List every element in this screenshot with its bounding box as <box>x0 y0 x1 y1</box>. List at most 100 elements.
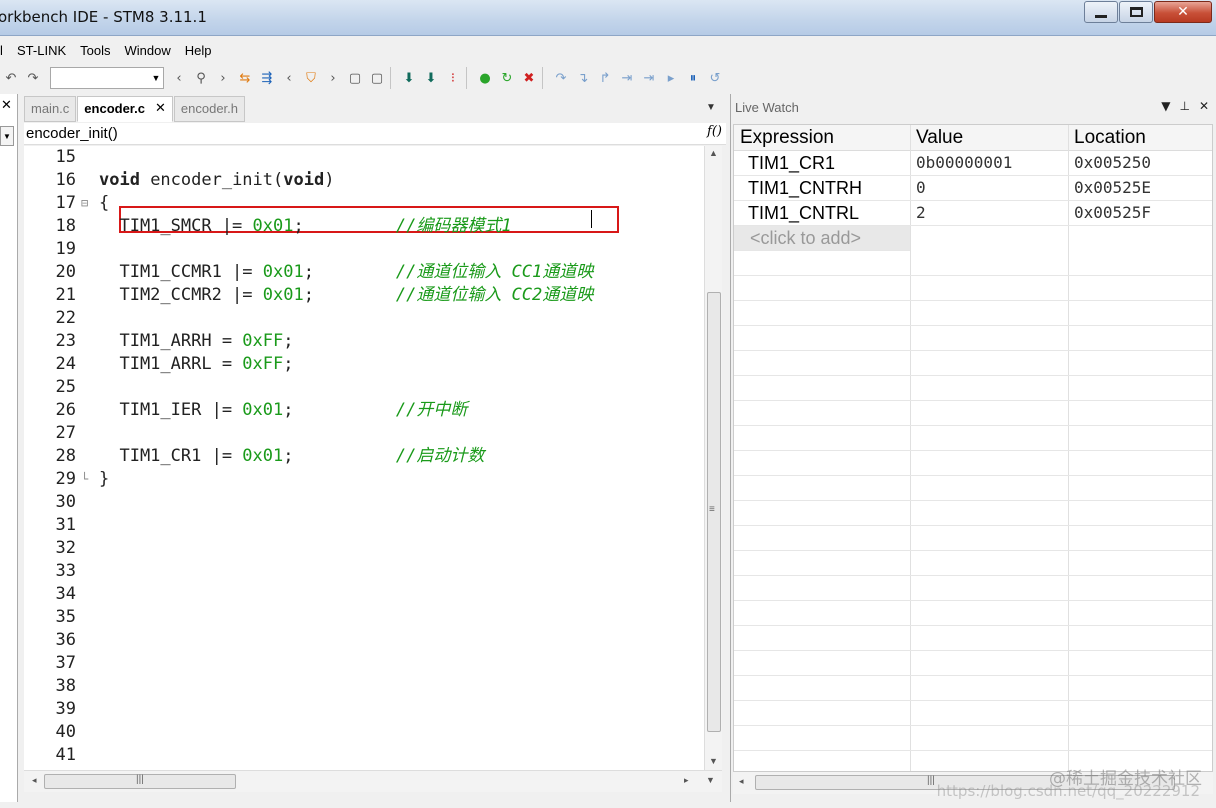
navigate-back-icon[interactable]: ‹ <box>278 67 300 89</box>
function-icon[interactable]: f() <box>707 124 722 139</box>
code-line[interactable]: 17 ⊟ { <box>24 192 704 215</box>
tab-label: encoder.c <box>84 101 145 116</box>
scroll-down-icon[interactable]: ▼ <box>709 756 718 766</box>
column-header-value[interactable]: Value <box>916 127 963 149</box>
navigate-forward-icon[interactable]: › <box>322 67 344 89</box>
column-header-expression[interactable]: Expression <box>740 127 834 149</box>
search-icon[interactable]: ⚲ <box>190 67 212 89</box>
breakpoints-icon[interactable]: ⁝ <box>442 67 464 89</box>
minimize-icon <box>1095 14 1107 18</box>
fold-marker-icon[interactable]: ⊟ <box>81 192 91 215</box>
code-line[interactable]: 26 TIM1_IER |= 0x01; //开中断 <box>24 399 704 422</box>
code-text: } <box>99 469 110 489</box>
close-icon[interactable]: ✕ <box>1199 99 1209 113</box>
vertical-scrollbar[interactable]: ▲ ≡ ▼ <box>704 146 722 770</box>
make-icon[interactable]: ▢ <box>366 67 388 89</box>
minimize-button[interactable] <box>1084 1 1118 23</box>
menu-item-edit-partial[interactable]: l <box>0 43 10 58</box>
code-line[interactable]: 40 <box>24 721 704 744</box>
find-combo[interactable]: ▼ <box>50 67 164 89</box>
tab-main-c[interactable]: main.c <box>24 96 77 122</box>
code-line[interactable]: 27 <box>24 422 704 445</box>
code-line[interactable]: 30 <box>24 491 704 514</box>
watch-row[interactable]: TIM1_CNTRL 2 0x00525F <box>734 201 1212 226</box>
reset-debug-icon[interactable]: ↺ <box>704 67 726 89</box>
code-line[interactable]: 41 <box>24 744 704 767</box>
scroll-left-icon[interactable]: ◂ <box>32 775 37 786</box>
code-line[interactable]: 16 void encoder_init(void) <box>24 169 704 192</box>
shield-icon[interactable]: ⛉ <box>300 67 322 89</box>
step-out-icon[interactable]: ↱ <box>594 67 616 89</box>
code-line[interactable]: 33 <box>24 560 704 583</box>
navigate-icon[interactable]: ⇆ <box>234 67 256 89</box>
add-expression-row[interactable]: <click to add> <box>734 226 910 251</box>
empty-watch-row <box>734 451 1212 476</box>
tab-list-chevron-icon[interactable]: ▼ <box>706 102 716 113</box>
close-tab-icon[interactable]: ✕ <box>155 97 166 121</box>
code-line[interactable]: 22 <box>24 307 704 330</box>
code-line[interactable]: 38 <box>24 675 704 698</box>
menu-item-stlink[interactable]: ST-LINK <box>10 43 73 58</box>
code-line[interactable]: 21 TIM2_CCMR2 |= 0x01; //通道位输入 CC2通道映 <box>24 284 704 307</box>
undo-icon[interactable]: ↶ <box>0 67 22 89</box>
find-next-icon[interactable]: › <box>212 67 234 89</box>
code-area[interactable]: 15 16 void encoder_init(void) 17 ⊟ {18 TIM1_S… <box>24 146 704 770</box>
code-line[interactable]: 19 <box>24 238 704 261</box>
find-previous-icon[interactable]: ‹ <box>168 67 190 89</box>
code-line[interactable]: 35 <box>24 606 704 629</box>
pin-icon[interactable]: ⊥ <box>1179 99 1189 113</box>
chevron-down-icon[interactable]: ▼ <box>706 775 715 785</box>
column-header-location[interactable]: Location <box>1074 127 1146 149</box>
function-selector[interactable]: encoder_init() f() <box>24 123 726 145</box>
close-window-button[interactable]: ✕ <box>1154 1 1212 23</box>
stop-debug-icon[interactable]: ✖ <box>518 67 540 89</box>
close-icon[interactable]: ✕ <box>1 98 12 113</box>
code-line[interactable]: 34 <box>24 583 704 606</box>
code-line[interactable]: 20 TIM1_CCMR1 |= 0x01; //通道位输入 CC1通道映 <box>24 261 704 284</box>
code-line[interactable]: 15 <box>24 146 704 169</box>
code-line[interactable]: 32 <box>24 537 704 560</box>
download-debug-icon[interactable]: ⬇ <box>420 67 442 89</box>
maximize-button[interactable] <box>1119 1 1153 23</box>
empty-watch-row <box>734 651 1212 676</box>
step-over-icon[interactable]: ↷ <box>550 67 572 89</box>
next-statement-icon[interactable]: ⇥ <box>616 67 638 89</box>
download-icon[interactable]: ⬇ <box>398 67 420 89</box>
horizontal-scrollbar[interactable]: ◂ ||| ▸ ▼ <box>24 770 722 792</box>
redo-icon[interactable]: ↷ <box>22 67 44 89</box>
menu-item-tools[interactable]: Tools <box>73 43 117 58</box>
code-line[interactable]: 25 <box>24 376 704 399</box>
scroll-right-icon[interactable]: ▸ <box>684 775 689 786</box>
code-line[interactable]: 29 └} <box>24 468 704 491</box>
panel-header: Live Watch ▼ ⊥ ✕ <box>731 94 1216 120</box>
watch-row[interactable]: TIM1_CR1 0b00000001 0x005250 <box>734 151 1212 176</box>
compile-icon[interactable]: ▢ <box>344 67 366 89</box>
watch-row[interactable]: TIM1_CNTRH 0 0x00525E <box>734 176 1212 201</box>
code-line[interactable]: 28 TIM1_CR1 |= 0x01; //启动计数 <box>24 445 704 468</box>
code-line[interactable]: 37 <box>24 652 704 675</box>
step-into-icon[interactable]: ↴ <box>572 67 594 89</box>
tab-encoder-c[interactable]: encoder.c ✕ <box>77 96 173 122</box>
code-line[interactable]: 39 <box>24 698 704 721</box>
scroll-left-icon[interactable]: ◂ <box>739 776 744 787</box>
reset-icon[interactable]: ↻ <box>496 67 518 89</box>
code-line[interactable]: 23 TIM1_ARRH = 0xFF; <box>24 330 704 353</box>
chevron-down-icon[interactable]: ▼ <box>0 126 14 146</box>
run-to-cursor-icon[interactable]: ⇥ <box>638 67 660 89</box>
scroll-up-icon[interactable]: ▲ <box>709 148 718 158</box>
bookmark-list-icon[interactable]: ⇶ <box>256 67 278 89</box>
line-number: 26 <box>55 400 76 420</box>
code-line[interactable]: 31 <box>24 514 704 537</box>
break-icon[interactable]: ⏸ <box>682 67 704 89</box>
menu-item-window[interactable]: Window <box>117 43 177 58</box>
code-line[interactable]: 24 TIM1_ARRL = 0xFF; <box>24 353 704 376</box>
tab-encoder-h[interactable]: encoder.h <box>173 96 246 122</box>
grip-icon: ||| <box>136 774 144 785</box>
chevron-down-icon[interactable]: ▼ <box>1161 99 1170 113</box>
code-text: TIM1_ARRH = 0xFF; <box>99 331 294 351</box>
go-icon-2[interactable]: ▸ <box>660 67 682 89</box>
menu-item-help[interactable]: Help <box>178 43 219 58</box>
code-line[interactable]: 36 <box>24 629 704 652</box>
code-line[interactable]: 18 TIM1_SMCR |= 0x01; //编码器模式1 <box>24 215 704 238</box>
go-icon[interactable]: ● <box>474 67 496 89</box>
